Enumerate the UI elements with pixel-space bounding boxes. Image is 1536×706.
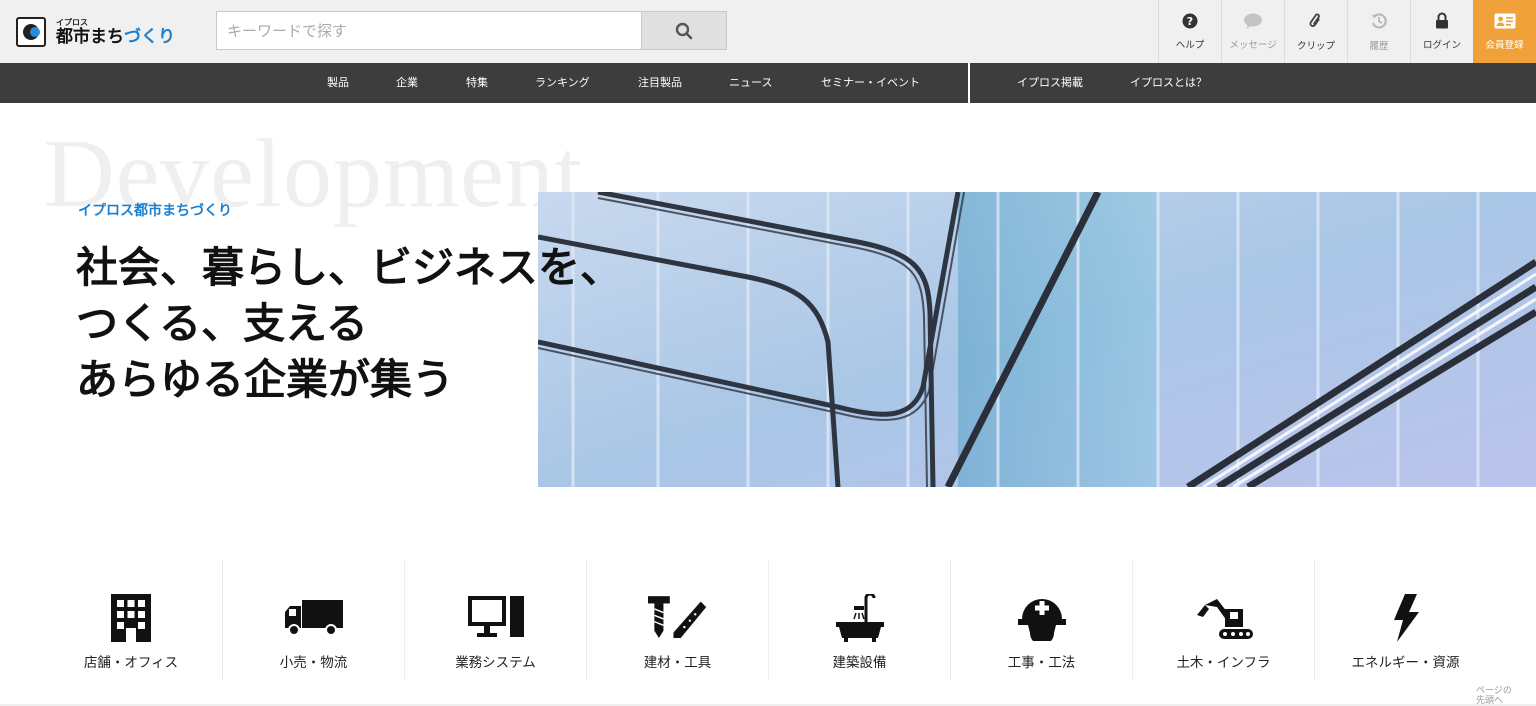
search-button[interactable] [641, 12, 726, 49]
excavator-icon [1196, 599, 1253, 639]
help-label: ヘルプ [1175, 39, 1205, 51]
header-nav: ? ヘルプ メッセージ クリップ 履歴 ログイン 会員登録 [1158, 0, 1536, 63]
category-label: 工事・工法 [1007, 655, 1076, 671]
category-label: 建築設備 [832, 655, 887, 671]
hero-building-image [538, 192, 1536, 487]
search-icon [675, 22, 693, 39]
logo-main-accent-text: づくり [124, 26, 175, 47]
truck-icon [284, 600, 343, 636]
lock-icon [1436, 12, 1448, 29]
category-construction-method[interactable]: 工事・工法 [950, 560, 1132, 680]
category-building-equipment[interactable]: 建築設備 [768, 560, 950, 680]
category-label: 建材・工具 [643, 655, 712, 671]
history-label: 履歴 [1369, 40, 1389, 52]
tools-icon [647, 596, 706, 638]
lightning-icon [1393, 594, 1419, 642]
logo-main-text: 都市まち [56, 26, 124, 47]
svg-text:?: ? [1187, 15, 1193, 28]
register-label: 会員登録 [1485, 39, 1524, 51]
logo-mark-icon [16, 17, 46, 47]
paperclip-icon [1309, 13, 1320, 27]
nav-item-featured-products[interactable]: 注目製品 [638, 63, 682, 103]
hard-hat-icon [1017, 599, 1066, 641]
speech-bubble-icon [1244, 13, 1262, 29]
hero-title: 社会、暮らし、ビジネスを、 つくる、支える あらゆる企業が集う [76, 243, 623, 404]
category-label: 業務システム [455, 655, 536, 671]
login-label: ログイン [1422, 40, 1461, 51]
nav-item-features[interactable]: 特集 [466, 63, 488, 103]
site-header: イプロス 都市まちづくり ? ヘルプ メッセージ [0, 0, 1536, 63]
category-energy-resources[interactable]: エネルギー・資源 [1314, 560, 1496, 680]
category-list: 店舗・オフィス 小売・物流 業務システム 建材・工具 建築設備 工事・工法 土木… [40, 560, 1496, 680]
category-materials-tools[interactable]: 建材・工具 [586, 560, 768, 680]
login-button[interactable]: ログイン [1410, 0, 1473, 63]
register-button[interactable]: 会員登録 [1473, 0, 1536, 63]
category-label: 土木・インフラ [1176, 655, 1271, 671]
nav-item-seminar-event[interactable]: セミナー・イベント [821, 63, 920, 103]
history-button[interactable]: 履歴 [1347, 0, 1410, 63]
category-business-system[interactable]: 業務システム [404, 560, 586, 680]
site-logo[interactable]: イプロス 都市まちづくり [16, 12, 176, 52]
nav-item-listing[interactable]: イプロス掲載 [1017, 63, 1083, 103]
nav-item-about[interactable]: イプロスとは？ [1130, 63, 1207, 103]
category-store-office[interactable]: 店舗・オフィス [40, 560, 222, 680]
category-label: エネルギー・資源 [1351, 655, 1460, 671]
category-civil-infrastructure[interactable]: 土木・インフラ [1132, 560, 1314, 680]
logo-small-text: イプロス [56, 17, 88, 27]
page-top-link[interactable]: ページの 先頭へ [1476, 686, 1512, 706]
global-nav: 製品 企業 特集 ランキング 注目製品 ニュース セミナー・イベント イプロス掲… [0, 63, 1536, 103]
nav-item-products[interactable]: 製品 [327, 63, 349, 103]
help-button[interactable]: ? ヘルプ [1158, 0, 1221, 63]
nav-divider [968, 63, 970, 103]
clip-button[interactable]: クリップ [1284, 0, 1347, 63]
page-top-line1: ページの [1476, 686, 1512, 696]
message-button[interactable]: メッセージ [1221, 0, 1284, 63]
clip-label: クリップ [1296, 40, 1335, 52]
category-label: 店舗・オフィス [83, 655, 179, 671]
nav-item-companies[interactable]: 企業 [396, 63, 418, 103]
history-icon [1371, 12, 1387, 29]
hero-subtitle: イプロス都市まちづくり [78, 203, 232, 219]
nav-item-news[interactable]: ニュース [729, 63, 772, 103]
message-label: メッセージ [1229, 39, 1277, 51]
question-circle-icon: ? [1182, 13, 1198, 28]
id-card-icon [1494, 13, 1515, 28]
search-input[interactable] [217, 12, 641, 49]
bathtub-icon [835, 594, 884, 642]
office-building-icon [111, 594, 151, 642]
nav-item-ranking[interactable]: ランキング [535, 63, 590, 103]
category-label: 小売・物流 [279, 655, 348, 671]
category-retail-logistics[interactable]: 小売・物流 [222, 560, 404, 680]
search-box [216, 11, 727, 50]
computer-icon [467, 596, 524, 637]
